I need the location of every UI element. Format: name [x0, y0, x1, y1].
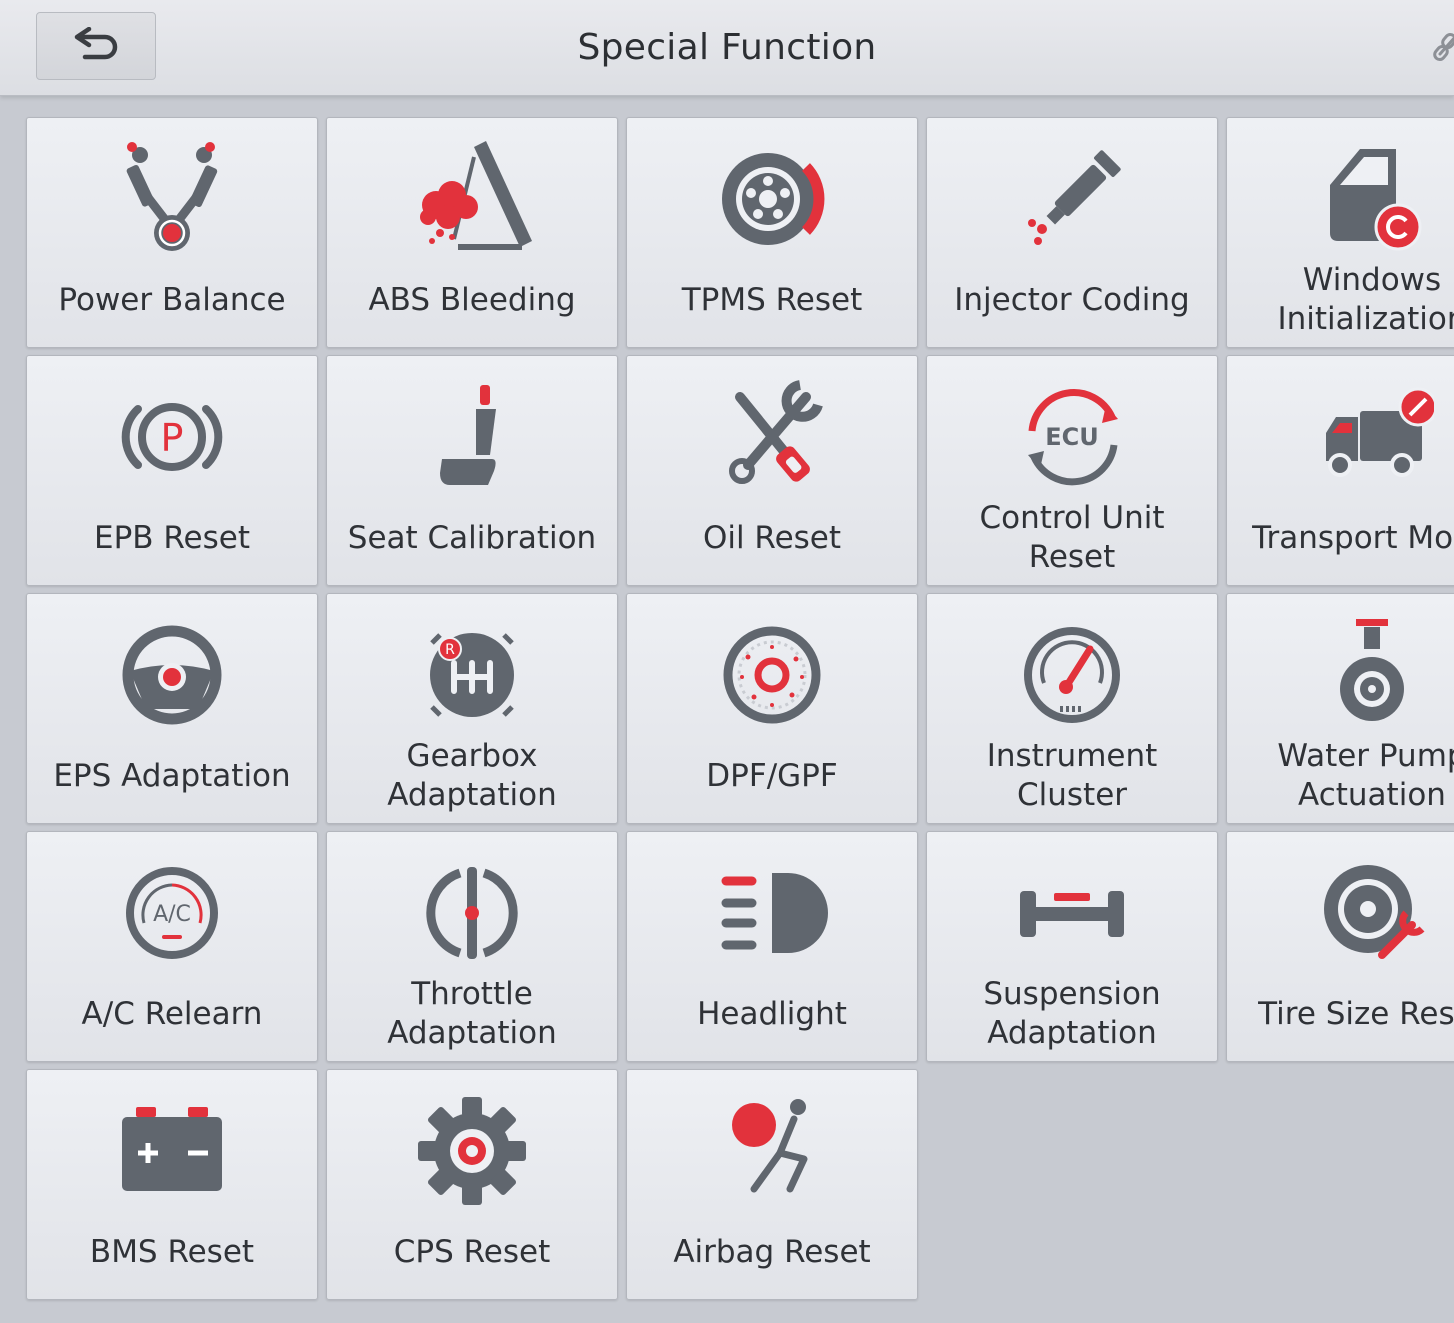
tile-label: Transport Mode — [1252, 519, 1454, 556]
tile-dpf-gpf[interactable]: DPF/GPF — [626, 593, 918, 824]
tile-label: Airbag Reset — [673, 1233, 871, 1270]
oil-wrench-icon — [729, 380, 823, 484]
header-bar: Special Function — [0, 0, 1454, 96]
tile-label: Gearbox Adaptation — [387, 738, 557, 813]
gearbox-icon: R — [430, 633, 514, 717]
seat-icon — [440, 385, 496, 485]
tile-label: BMS Reset — [89, 1233, 255, 1270]
tile-abs-bleeding[interactable]: ABS Bleeding — [326, 117, 618, 348]
abs-bleeding-icon — [420, 141, 532, 250]
tile-airbag-reset[interactable]: Airbag Reset — [626, 1069, 918, 1300]
tile-throttle-adaptation[interactable]: Throttle Adaptation — [326, 831, 618, 1062]
tile-label: CPS Reset — [393, 1233, 551, 1270]
tile-label: Headlight — [697, 995, 847, 1032]
gear-icon — [418, 1097, 526, 1205]
tile-gearbox-adaptation[interactable]: R Gearbox Adaptation — [326, 593, 618, 824]
headlight-icon — [721, 873, 828, 953]
battery-icon — [122, 1107, 222, 1191]
ac-icon: A/C — [126, 867, 218, 959]
tile-water-pump-actuation[interactable]: Water Pump Actuation — [1226, 593, 1454, 824]
truck-icon — [1326, 387, 1434, 477]
tile-label: Tire Size Reset — [1258, 995, 1454, 1032]
tile-label: Water Pump Actuation — [1277, 738, 1454, 813]
tile-cps-reset[interactable]: CPS Reset — [326, 1069, 618, 1300]
window-door-icon — [1330, 149, 1422, 251]
tile-label: Windows Initialization — [1277, 262, 1454, 337]
tile-instrument-cluster[interactable]: Instrument Cluster — [926, 593, 1218, 824]
tile-label: Injector Coding — [954, 281, 1190, 318]
tile-label: DPF/GPF — [706, 757, 838, 794]
tile-ac-relearn[interactable]: A/C A/C Relearn — [26, 831, 318, 1062]
tile-label: TPMS Reset — [681, 281, 863, 318]
ecu-icon: ECU — [1028, 389, 1118, 486]
tile-transport-mode[interactable]: Transport Mode — [1226, 355, 1454, 586]
gauge-icon — [1024, 627, 1120, 723]
tile-suspension-adaptation[interactable]: Suspension Adaptation — [926, 831, 1218, 1062]
tile-power-balance[interactable]: Power Balance — [26, 117, 318, 348]
tile-tpms-reset[interactable]: TPMS Reset — [626, 117, 918, 348]
steering-wheel-icon — [122, 625, 222, 725]
svg-text:ECU: ECU — [1045, 423, 1099, 451]
throttle-icon — [426, 867, 518, 959]
tile-label: Oil Reset — [702, 519, 842, 556]
tile-label: Suspension Adaptation — [983, 976, 1161, 1051]
tile-bms-reset[interactable]: BMS Reset — [26, 1069, 318, 1300]
tile-label: Instrument Cluster — [986, 738, 1158, 813]
tire-icon — [1324, 865, 1425, 959]
function-grid: Power Balance ABS Bleeding TPMS Reset In… — [26, 117, 1454, 1307]
svg-text:R: R — [445, 642, 455, 658]
tpms-icon — [722, 153, 825, 245]
page-title: Special Function — [577, 27, 877, 68]
epb-icon: P — [121, 403, 223, 471]
tile-label: EPB Reset — [94, 519, 250, 556]
tile-injector-coding[interactable]: Injector Coding — [926, 117, 1218, 348]
tile-windows-initialization[interactable]: Windows Initialization — [1226, 117, 1454, 348]
tile-label: Seat Calibration — [347, 519, 597, 556]
tile-label: EPS Adaptation — [53, 757, 291, 794]
disconnect-icon[interactable] — [1432, 30, 1454, 64]
tile-label: Power Balance — [58, 281, 286, 318]
tile-control-unit-reset[interactable]: ECU Control Unit Reset — [926, 355, 1218, 586]
tile-oil-reset[interactable]: Oil Reset — [626, 355, 918, 586]
tile-seat-calibration[interactable]: Seat Calibration — [326, 355, 618, 586]
tile-label: Control Unit Reset — [979, 500, 1165, 575]
dpf-icon — [723, 626, 821, 724]
tile-label: A/C Relearn — [81, 995, 263, 1032]
tile-tire-size-reset[interactable]: Tire Size Reset — [1226, 831, 1454, 1062]
svg-text:P: P — [161, 416, 184, 460]
tile-headlight[interactable]: Headlight — [626, 831, 918, 1062]
injector-icon — [1028, 150, 1121, 245]
airbag-icon — [732, 1099, 808, 1193]
power-balance-icon — [126, 142, 218, 251]
tile-epb-reset[interactable]: P EPB Reset — [26, 355, 318, 586]
water-pump-icon — [1340, 619, 1404, 721]
tile-eps-adaptation[interactable]: EPS Adaptation — [26, 593, 318, 824]
svg-text:A/C: A/C — [153, 902, 191, 927]
suspension-icon — [1020, 891, 1124, 937]
tile-label: Throttle Adaptation — [387, 976, 557, 1051]
tile-label: ABS Bleeding — [368, 281, 576, 318]
